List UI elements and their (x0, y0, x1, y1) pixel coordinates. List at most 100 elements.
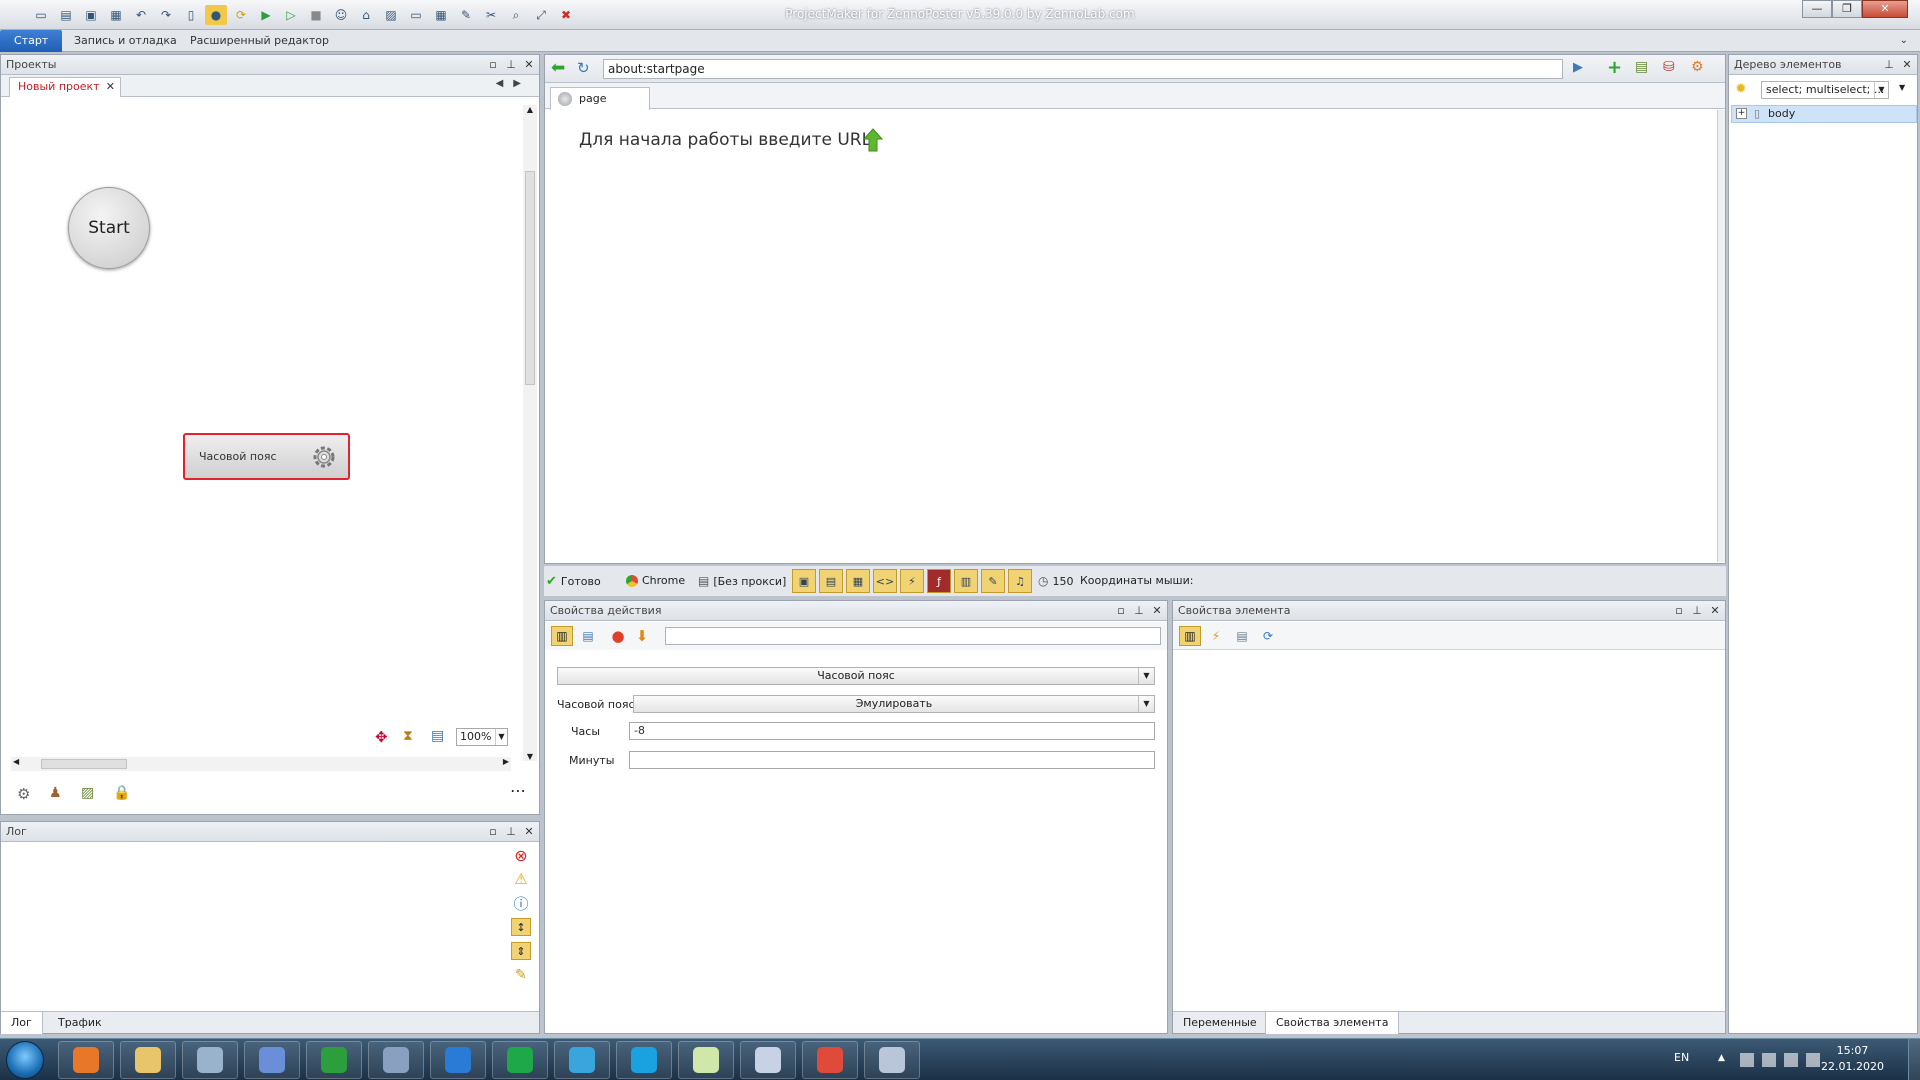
restore-icon[interactable]: ▫ (487, 55, 499, 75)
taskbar-app-network-app[interactable] (244, 1041, 300, 1079)
taskbar-app-telegram[interactable] (554, 1041, 610, 1079)
close-icon[interactable]: ✕ (523, 822, 535, 842)
sync-icon[interactable]: ⟳ (1257, 626, 1279, 646)
lock-icon[interactable]: 🔒 (113, 785, 131, 803)
properties-view-icon[interactable]: ▥ (1179, 626, 1201, 646)
frames-toggle-icon[interactable]: ▤ (819, 569, 843, 593)
hourglass-icon[interactable]: ⧗ (403, 728, 423, 746)
scroll-up-icon[interactable]: ▲ (523, 105, 537, 114)
add-icon[interactable]: + (1607, 57, 1622, 78)
scroll-down-icon[interactable]: ▼ (523, 752, 537, 761)
scripts-toggle-icon[interactable]: ⚡ (900, 569, 924, 593)
canvas-vertical-scrollbar[interactable]: ▲ ▼ (523, 105, 537, 761)
scroll-right-icon[interactable]: ▶ (503, 757, 509, 766)
pin-icon[interactable]: ⊥ (505, 822, 517, 842)
restore-icon[interactable]: ▫ (487, 822, 499, 842)
start-node[interactable]: Start (68, 187, 150, 269)
engine-item[interactable]: Chrome (626, 574, 685, 587)
settings-icon[interactable]: ⚙ (17, 785, 35, 803)
timezone-action-node[interactable]: Часовой пояс (183, 433, 350, 480)
taskbar-app-media-player[interactable] (58, 1041, 114, 1079)
popups-toggle-icon[interactable]: ✎ (981, 569, 1005, 593)
tree-node-body[interactable]: + ▯ body (1731, 105, 1917, 123)
sound-toggle-icon[interactable]: ♫ (1008, 569, 1032, 593)
zoom-select[interactable]: 100% ▼ (456, 728, 508, 746)
show-desktop-button[interactable] (1908, 1039, 1920, 1080)
tab-new-project[interactable]: Новый проект ✕ (9, 77, 121, 97)
tab-start[interactable]: Старт (0, 30, 63, 52)
action-search-input[interactable] (665, 627, 1161, 645)
tray-app-icon[interactable] (1740, 1053, 1754, 1067)
events-view-icon[interactable]: ▤ (577, 626, 599, 646)
hours-input[interactable]: -8 (629, 722, 1155, 740)
taskbar-app-editor-app[interactable] (740, 1041, 796, 1079)
language-indicator[interactable]: EN (1674, 1051, 1689, 1064)
lightning-icon[interactable]: ⚡ (1205, 626, 1227, 646)
back-icon[interactable]: ⬅ (551, 58, 565, 78)
images-toggle-icon[interactable]: ▣ (792, 569, 816, 593)
tab-advanced-editor[interactable]: Расширенный редактор (190, 30, 329, 52)
url-input[interactable]: about:startpage (603, 59, 1563, 79)
log-body[interactable] (5, 843, 535, 1011)
taskbar-app-calculator[interactable] (182, 1041, 238, 1079)
pin-icon[interactable]: ⊥ (1691, 601, 1703, 621)
network-icon[interactable] (1784, 1053, 1798, 1067)
image-icon[interactable]: ▨ (81, 785, 99, 803)
taskbar-app-skype[interactable] (616, 1041, 672, 1079)
element-filter-select[interactable]: select; multiselect; ... ▼ (1761, 81, 1889, 99)
close-icon[interactable]: ✕ (523, 55, 535, 75)
minimap-icon[interactable]: ▤ (431, 728, 451, 746)
vertical-scroll-thumb[interactable] (525, 171, 535, 385)
scroll-left-icon[interactable]: ◀ (13, 757, 19, 766)
tray-arrow-icon[interactable]: ▲ (1718, 1053, 1732, 1067)
minimize-button[interactable]: — (1802, 0, 1832, 18)
content-scrollbar[interactable] (1717, 110, 1725, 562)
info-filter-icon[interactable]: ⓘ (511, 894, 531, 913)
pin-icon[interactable]: ⊥ (1133, 601, 1145, 621)
error-filter-icon[interactable]: ⊗ (511, 846, 531, 865)
clear-log-icon[interactable]: ✎ (511, 966, 531, 984)
restore-icon[interactable]: ▫ (1115, 601, 1127, 621)
timezone-mode-select[interactable]: Эмулировать ▼ (633, 695, 1155, 713)
action-type-select[interactable]: Часовой пояс ▼ (557, 667, 1155, 685)
autoscroll-icon[interactable]: ↕ (511, 918, 531, 936)
taskbar-app-projectmaker[interactable] (864, 1041, 920, 1079)
expand-icon[interactable]: + (1736, 108, 1747, 119)
close-button[interactable]: ✕ (1862, 0, 1908, 18)
tab-variables[interactable]: Переменные (1183, 1016, 1257, 1029)
maximize-button[interactable]: ❐ (1832, 0, 1862, 18)
taskbar-app-s-app-green[interactable] (492, 1041, 548, 1079)
css-toggle-icon[interactable]: ▦ (846, 569, 870, 593)
taskbar-app-vscode[interactable] (430, 1041, 486, 1079)
pin-icon[interactable]: ⊥ (1883, 55, 1895, 75)
warning-filter-icon[interactable]: ⚠ (511, 870, 531, 888)
tab-element-properties[interactable]: Свойства элемента (1265, 1012, 1400, 1034)
html-toggle-icon[interactable]: <> (873, 569, 897, 593)
filter-dropdown-icon[interactable]: ▼ (1899, 83, 1905, 92)
taskbar-app-chart-app[interactable] (678, 1041, 734, 1079)
close-icon[interactable]: ✕ (1901, 55, 1913, 75)
close-icon[interactable]: ✕ (1709, 601, 1721, 621)
restore-icon[interactable]: ▫ (1673, 601, 1685, 621)
close-tab-icon[interactable]: ✕ (106, 78, 115, 96)
flag-icon[interactable] (1762, 1053, 1776, 1067)
pin-icon[interactable]: ⊥ (505, 55, 517, 75)
taskbar-app-green-app[interactable] (306, 1041, 362, 1079)
plugins-toggle-icon[interactable]: ▥ (954, 569, 978, 593)
notes-icon[interactable]: ▤ (1635, 59, 1648, 75)
user-icon[interactable]: ♟ (49, 785, 67, 803)
properties-view-icon[interactable]: ▥ (551, 626, 573, 646)
tab-nav-arrows[interactable]: ◀▶ (496, 78, 531, 89)
browser-content[interactable]: Для начала работы введите URL (545, 110, 1717, 562)
volume-icon[interactable] (1806, 1053, 1820, 1067)
close-icon[interactable]: ✕ (1151, 601, 1163, 621)
tab-traffic[interactable]: Трафик (58, 1016, 102, 1029)
stop-circle-icon[interactable]: ● (607, 626, 629, 646)
horizontal-scroll-thumb[interactable] (41, 759, 127, 769)
tab-record-debug[interactable]: Запись и отладка (74, 30, 177, 52)
ribbon-collapse-icon[interactable]: ⌄ (1900, 30, 1908, 52)
refresh-icon[interactable]: ↻ (577, 59, 590, 77)
arrow-down-icon[interactable]: ⬇ (631, 626, 653, 646)
more-icon[interactable]: ⋯ (510, 781, 527, 800)
start-button[interactable] (6, 1041, 44, 1079)
